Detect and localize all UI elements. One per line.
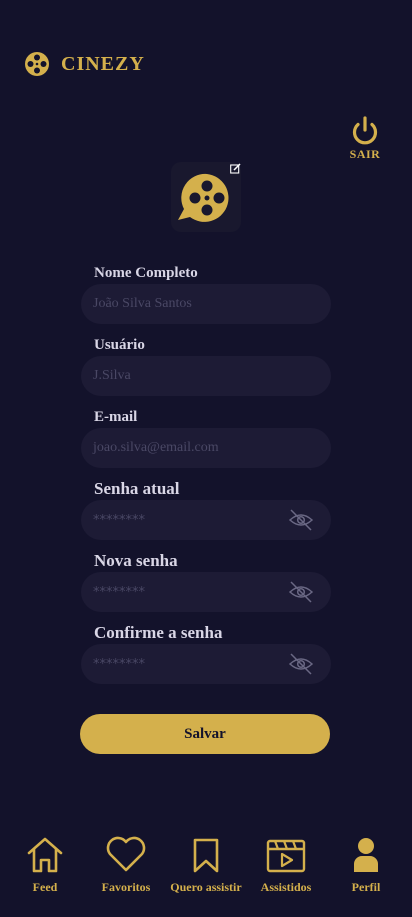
bookmark-icon [193, 838, 219, 873]
new-password-field[interactable]: ******** [81, 572, 331, 612]
clapperboard-icon [266, 839, 306, 873]
eye-off-icon[interactable] [289, 653, 313, 675]
username-placeholder: J.Silva [93, 368, 131, 383]
heart-icon [106, 836, 146, 872]
nav-label-assistidos: Assistidos [260, 880, 312, 894]
home-icon [27, 837, 63, 873]
nav-label-perfil: Perfil [351, 880, 381, 894]
save-button[interactable]: Salvar [80, 714, 330, 754]
full-name-label: Nome Completo [94, 265, 198, 281]
nav-item-favoritos[interactable]: Favoritos [96, 834, 156, 895]
eye-off-icon[interactable] [289, 509, 313, 531]
confirm-password-label: Confirme a senha [94, 623, 223, 642]
power-icon [352, 116, 378, 145]
eye-off-icon[interactable] [289, 581, 313, 603]
edit-icon[interactable] [230, 163, 241, 174]
app-logo: CINEZY [24, 51, 145, 77]
nav-item-quero-assistir[interactable]: Quero assistir [168, 834, 244, 895]
email-field[interactable]: joao.silva@email.com [81, 428, 331, 468]
current-password-value: ******** [93, 513, 145, 528]
current-password-field[interactable]: ******** [81, 500, 331, 540]
nav-item-assistidos[interactable]: Assistidos [256, 834, 316, 895]
nav-item-perfil[interactable]: Perfil [344, 834, 388, 895]
logout-button[interactable]: SAIR [346, 115, 384, 162]
bottom-nav: Feed Favoritos Quero assistir Assistidos… [0, 834, 412, 904]
film-reel-icon [25, 52, 49, 76]
nav-label-feed: Feed [32, 880, 58, 894]
full-name-placeholder: João Silva Santos [93, 296, 192, 311]
email-placeholder: joao.silva@email.com [93, 440, 219, 455]
nav-label-favoritos: Favoritos [101, 880, 151, 894]
email-label: E-mail [94, 409, 138, 425]
username-field[interactable]: J.Silva [81, 356, 331, 396]
nav-item-feed[interactable]: Feed [20, 834, 70, 895]
current-password-label: Senha atual [94, 479, 180, 498]
app-name: CINEZY [61, 52, 145, 75]
nav-label-quero-assistir: Quero assistir [170, 880, 242, 894]
confirm-password-field[interactable]: ******** [81, 644, 331, 684]
confirm-password-value: ******** [93, 657, 145, 672]
new-password-value: ******** [93, 585, 145, 600]
logout-label: SAIR [349, 147, 381, 161]
user-icon [354, 838, 378, 872]
full-name-field[interactable]: João Silva Santos [81, 284, 331, 324]
username-label: Usuário [94, 337, 145, 353]
new-password-label: Nova senha [94, 551, 178, 570]
